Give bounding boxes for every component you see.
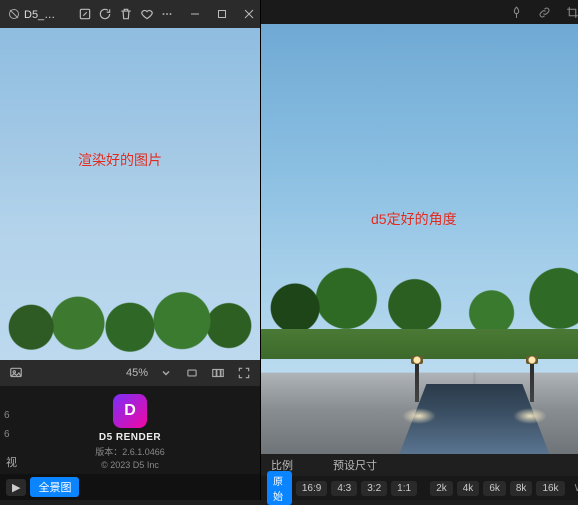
brand-version: 版本：2.6.1.0466 — [95, 445, 165, 458]
annotation-camera-angle: d5定好的角度 — [371, 209, 457, 229]
preset-size-label: 预设尺寸 — [333, 457, 377, 473]
fit-screen-icon[interactable] — [184, 365, 200, 381]
output-meta-row: 比例 预设尺寸 自定义 速 — [261, 454, 578, 476]
ratio-16-9[interactable]: 16:9 — [296, 481, 327, 496]
side-value-2: 6 — [4, 429, 10, 440]
image-viewer-pane: D5_场景… 渲染好的图片 — [0, 0, 260, 500]
output-ratio-bar: 原始 16:9 4:3 3:2 1:1 2k 4k 6k 8k 16k W 10… — [261, 476, 578, 500]
d5-3d-viewport[interactable]: d5定好的角度 — [261, 24, 578, 454]
titlebar: D5_场景… — [0, 0, 260, 28]
ratio-4-3[interactable]: 4:3 — [331, 481, 357, 496]
annotation-rendered: 渲染好的图片 — [78, 150, 162, 170]
viewer-about-panel: 6 6 D D5 RENDER 版本：2.6.1.0466 © 2023 D5 … — [0, 386, 260, 474]
close-button[interactable] — [237, 0, 260, 28]
image-info-icon[interactable] — [8, 365, 24, 381]
chevron-down-icon[interactable] — [158, 365, 174, 381]
scene-grass — [261, 329, 578, 359]
filmstrip-icon[interactable] — [210, 365, 226, 381]
ratio-3-2[interactable]: 3:2 — [361, 481, 387, 496]
viewer-bottombar: ▶ 全景图 — [0, 474, 260, 500]
zoom-level: 45% — [126, 367, 148, 379]
maximize-button[interactable] — [211, 0, 234, 28]
play-button[interactable]: ▶ — [6, 479, 26, 496]
image-content-trees — [0, 278, 260, 360]
app-icon — [8, 7, 20, 21]
viewport-toolbar — [261, 0, 578, 24]
pin-icon[interactable] — [510, 5, 524, 19]
panorama-button[interactable]: 全景图 — [30, 477, 79, 497]
res-4k[interactable]: 4k — [457, 481, 480, 496]
link-icon[interactable] — [538, 5, 552, 19]
minimize-button[interactable] — [184, 0, 207, 28]
side-value-1: 6 — [4, 410, 10, 421]
viewer-statusbar: 45% — [0, 360, 260, 386]
fullscreen-icon[interactable] — [236, 365, 252, 381]
favorite-icon[interactable] — [138, 0, 155, 28]
res-6k[interactable]: 6k — [483, 481, 506, 496]
scene-trees — [261, 224, 578, 344]
more-icon[interactable] — [159, 0, 176, 28]
side-values: 6 6 — [4, 410, 10, 440]
scene-lamp-right — [530, 362, 534, 402]
rendered-image-viewport[interactable]: 渲染好的图片 — [0, 28, 260, 360]
brand-block: D D5 RENDER 版本：2.6.1.0466 © 2023 D5 Inc — [95, 394, 165, 470]
width-label: W — [575, 483, 578, 494]
res-8k[interactable]: 8k — [510, 481, 533, 496]
footer-left-label: 视 — [6, 454, 17, 470]
brand-name: D5 RENDER — [99, 432, 161, 443]
scene-lamp-left — [415, 362, 419, 402]
edit-icon[interactable] — [76, 0, 93, 28]
brand-copyright: © 2023 D5 Inc — [101, 460, 159, 470]
d5-viewport-pane: d5定好的角度 比例 预设尺寸 自定义 速 原始 16:9 4:3 3:2 1:… — [260, 0, 578, 500]
rotate-icon[interactable] — [97, 0, 114, 28]
res-2k[interactable]: 2k — [430, 481, 453, 496]
delete-icon[interactable] — [118, 0, 135, 28]
d5-logo-icon: D — [113, 394, 147, 428]
crop-icon[interactable] — [566, 5, 578, 19]
window-title: D5_场景… — [24, 6, 64, 22]
res-16k[interactable]: 16k — [536, 481, 564, 496]
ratio-1-1[interactable]: 1:1 — [391, 481, 417, 496]
